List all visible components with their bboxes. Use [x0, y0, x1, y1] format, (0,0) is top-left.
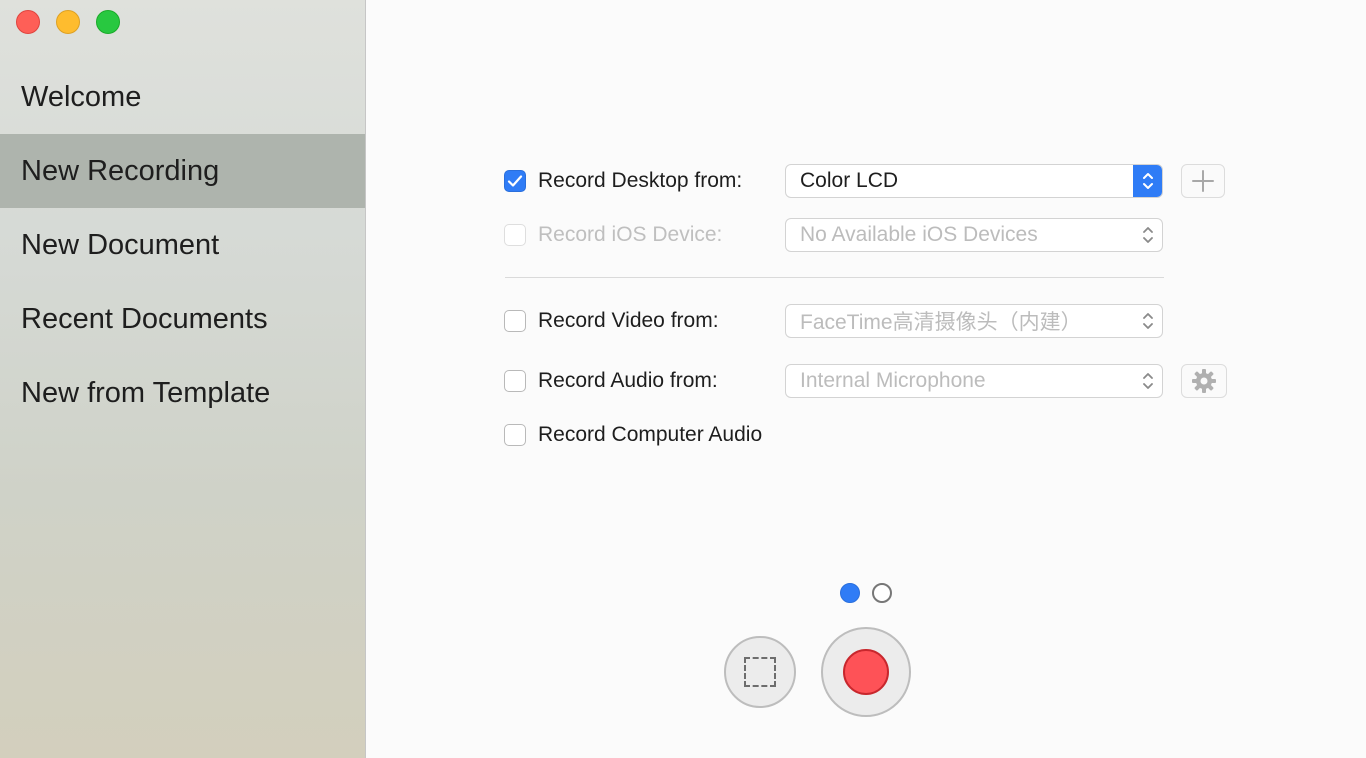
record-ios-checkbox[interactable]: [504, 224, 526, 246]
sidebar: Welcome New Recording New Document Recen…: [0, 0, 366, 758]
video-source-value: FaceTime高清摄像头（内建）: [800, 311, 1082, 334]
checkmark-icon: [507, 175, 523, 187]
record-desktop-checkbox[interactable]: [504, 170, 526, 192]
chevron-updown-icon: [1134, 365, 1162, 397]
record-desktop-row: Record Desktop from:: [504, 164, 742, 198]
dashed-rectangle-icon: [744, 657, 776, 687]
minimize-window-button[interactable]: [56, 10, 80, 34]
sidebar-item-new-from-template[interactable]: New from Template: [0, 356, 365, 430]
record-audio-label: Record Audio from:: [538, 369, 718, 392]
gear-icon: [1192, 369, 1216, 393]
audio-source-value: Internal Microphone: [800, 369, 986, 392]
app-window: Welcome New Recording New Document Recen…: [0, 0, 1366, 758]
sidebar-item-new-recording[interactable]: New Recording: [0, 134, 365, 208]
page-dot-2[interactable]: [872, 583, 892, 603]
record-ios-label: Record iOS Device:: [538, 223, 723, 246]
chevron-updown-icon: [1134, 219, 1162, 251]
audio-settings-button[interactable]: [1181, 364, 1227, 398]
record-audio-checkbox[interactable]: [504, 370, 526, 392]
record-computer-audio-label: Record Computer Audio: [538, 423, 763, 446]
close-window-button[interactable]: [16, 10, 40, 34]
page-indicator: [840, 583, 892, 603]
record-audio-row: Record Audio from:: [504, 364, 718, 398]
recording-options-panel: Record Desktop from: Color LCD Record iO…: [366, 0, 1366, 758]
record-ios-row: Record iOS Device:: [504, 218, 722, 252]
sidebar-item-new-document[interactable]: New Document: [0, 208, 365, 282]
record-desktop-label: Record Desktop from:: [538, 169, 743, 192]
desktop-source-select[interactable]: Color LCD: [785, 164, 1163, 198]
desktop-source-value: Color LCD: [800, 169, 899, 192]
record-dot-icon: [843, 649, 889, 695]
audio-source-select[interactable]: Internal Microphone: [785, 364, 1163, 398]
zoom-window-button[interactable]: [96, 10, 120, 34]
chevron-updown-icon: [1134, 305, 1162, 337]
record-computer-audio-checkbox[interactable]: [504, 424, 526, 446]
add-display-button[interactable]: [1181, 164, 1225, 198]
chevron-updown-icon: [1133, 165, 1162, 197]
start-recording-button[interactable]: [821, 627, 911, 717]
sidebar-item-welcome[interactable]: Welcome: [0, 60, 365, 134]
plus-icon: [1192, 170, 1214, 192]
page-dot-1[interactable]: [840, 583, 860, 603]
record-region-button[interactable]: [724, 636, 796, 708]
sidebar-nav: Welcome New Recording New Document Recen…: [0, 60, 365, 430]
record-video-row: Record Video from:: [504, 304, 719, 338]
ios-device-select[interactable]: No Available iOS Devices: [785, 218, 1163, 252]
ios-device-value: No Available iOS Devices: [800, 223, 1038, 246]
window-controls: [16, 10, 120, 34]
section-divider: [505, 277, 1164, 278]
record-video-checkbox[interactable]: [504, 310, 526, 332]
video-source-select[interactable]: FaceTime高清摄像头（内建）: [785, 304, 1163, 338]
sidebar-item-recent-documents[interactable]: Recent Documents: [0, 282, 365, 356]
record-computer-audio-row: Record Computer Audio: [504, 418, 762, 452]
record-video-label: Record Video from:: [538, 309, 719, 332]
